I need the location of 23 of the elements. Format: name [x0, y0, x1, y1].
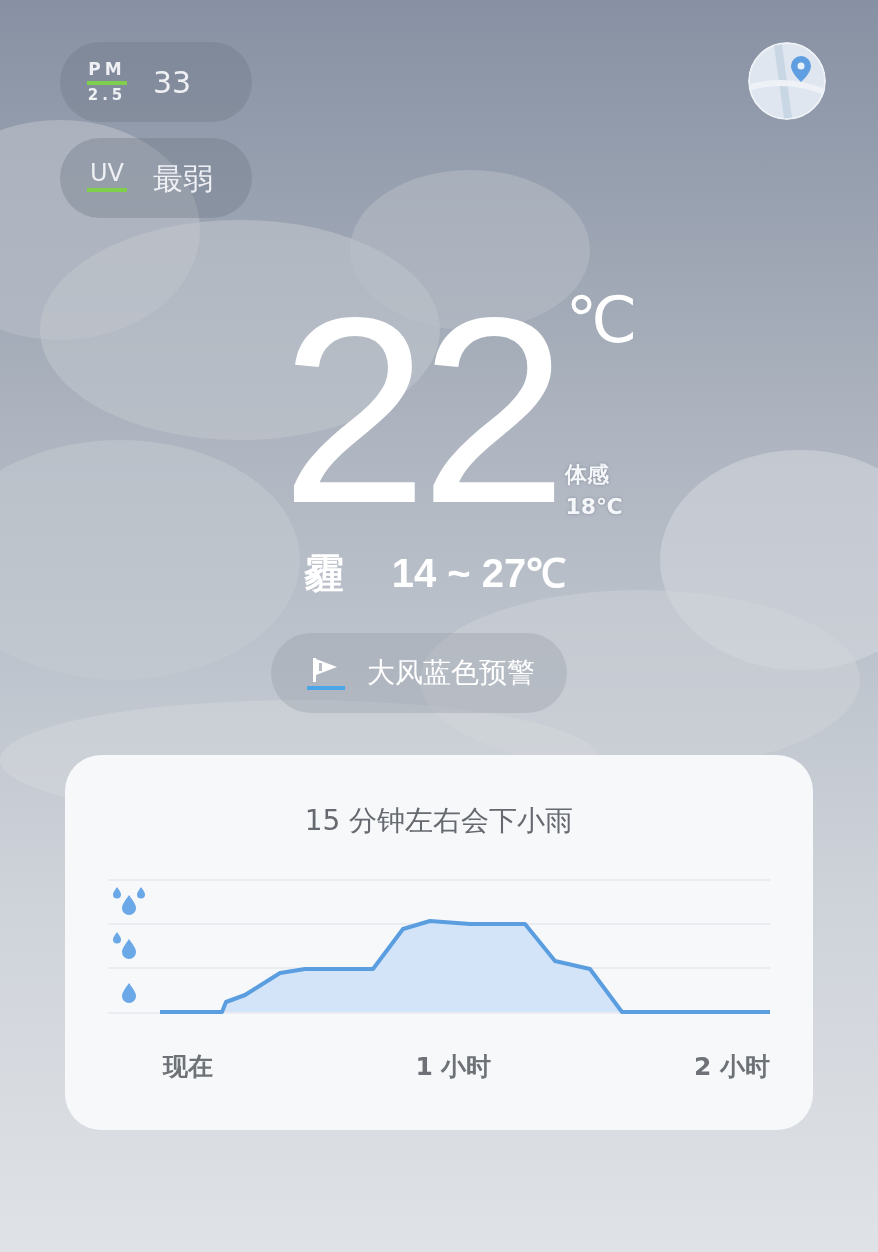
forecast-title: 15 分钟左右会下小雨: [303, 803, 575, 839]
feels-like-label: 体感: [565, 461, 611, 490]
weather-alert-button[interactable]: 大风蓝色预警: [271, 633, 567, 713]
time-axis-label: 1 小时: [415, 1051, 492, 1083]
heavy-rain-icon: [113, 887, 145, 915]
index-value: 最弱: [153, 159, 213, 198]
time-axis-label: 现在: [163, 1051, 213, 1083]
light-rain-icon: [122, 983, 136, 1003]
index-badge[interactable]: PM 2.5 33: [60, 42, 252, 122]
temperature-range: 14 ~ 27℃: [391, 550, 567, 597]
temperature-unit: ℃: [565, 288, 638, 352]
flag-icon: [307, 655, 345, 691]
index-value: 33: [153, 63, 192, 102]
index-label: UV: [90, 161, 124, 185]
temperature: 22: [280, 278, 560, 543]
location-map-icon[interactable]: [748, 42, 826, 120]
time-axis-label: 2 小时: [693, 1051, 770, 1083]
weather-condition: 霾: [303, 549, 344, 598]
feels-like-value: 18℃: [565, 493, 624, 522]
moderate-rain-icon: [113, 932, 136, 959]
index-badge[interactable]: UV 最弱: [60, 138, 252, 218]
index-label: PM: [88, 61, 126, 78]
index-sublabel: 2.5: [87, 88, 127, 103]
